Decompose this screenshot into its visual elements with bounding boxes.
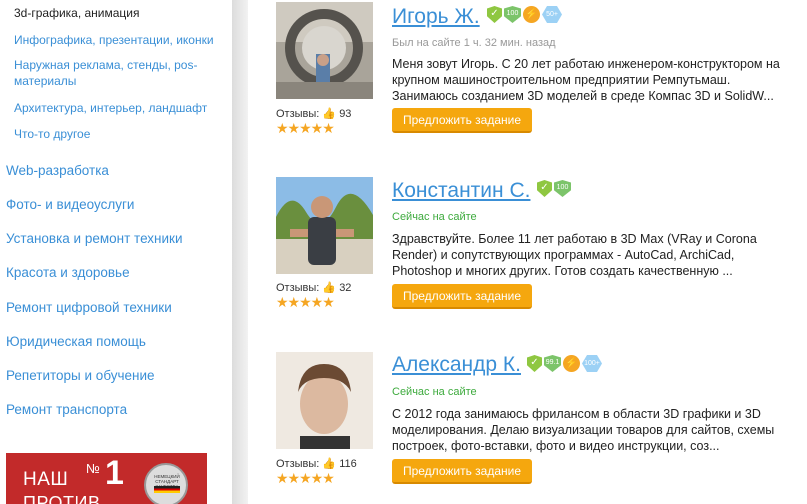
- offer-task-button[interactable]: Предложить задание: [392, 459, 532, 484]
- freelancer-badges: ✓ 100: [537, 180, 571, 197]
- lightning-badge-icon: ⚡: [563, 355, 580, 372]
- verified-badge-icon: ✓: [487, 6, 502, 23]
- sidebar-sub-item[interactable]: Что-то другое: [14, 126, 219, 142]
- sidebar-sub-item[interactable]: Инфографика, презентации, иконки: [14, 32, 219, 48]
- sidebar-category[interactable]: Web-разработка: [6, 163, 109, 178]
- reviews-label: Отзывы:: [276, 108, 320, 120]
- reviews-count: 32: [339, 282, 352, 294]
- rating-stars-icon: ★★★★★: [276, 120, 335, 136]
- sidebar-category[interactable]: Юридическая помощь: [6, 334, 146, 349]
- verified-badge-icon: ✓: [527, 355, 542, 372]
- sidebar-sub-item[interactable]: Наружная реклама, стенды, pos-материалы: [14, 57, 204, 89]
- freelancer-reviews[interactable]: Отзывы: 👍 93: [276, 107, 351, 120]
- sidebar-category[interactable]: Ремонт транспорта: [6, 402, 127, 417]
- freelancer-description: С 2012 года занимаюсь фрилансом в област…: [392, 407, 775, 453]
- sidebar-category[interactable]: Красота и здоровье: [6, 265, 130, 280]
- freelancer-description: Меня зовут Игорь. С 20 лет работаю инжен…: [392, 57, 780, 103]
- offer-task-button[interactable]: Предложить задание: [392, 284, 532, 309]
- rating-badge-icon: 99.1: [544, 355, 561, 372]
- freelancer-badges: ✓ 99.1 ⚡ 100+: [527, 355, 602, 372]
- sidebar-category[interactable]: Установка и ремонт техники: [6, 231, 182, 246]
- promo-text: НАШ: [23, 469, 69, 490]
- freelancer-photo[interactable]: [276, 2, 373, 99]
- rating-badge-icon: 100: [554, 180, 571, 197]
- thumbs-up-icon: 👍: [322, 282, 337, 294]
- freelancer-badges: ✓ 100 ⚡ 50+: [487, 6, 562, 23]
- reviews-count-badge-icon: 50+: [542, 6, 562, 23]
- sidebar-category[interactable]: Репетиторы и обучение: [6, 368, 155, 383]
- offer-task-button[interactable]: Предложить задание: [392, 108, 532, 133]
- rating-stars-icon: ★★★★★: [276, 470, 335, 486]
- reviews-count-badge-icon: 100+: [582, 355, 602, 372]
- reviews-count: 116: [339, 458, 357, 470]
- freelancer-reviews[interactable]: Отзывы: 👍 32: [276, 281, 351, 294]
- freelancer-status: Сейчас на сайте: [392, 386, 477, 398]
- verified-badge-icon: ✓: [537, 180, 552, 197]
- sidebar-shadow: [232, 0, 248, 504]
- reviews-count: 93: [339, 108, 352, 120]
- rating-badge-icon: 100: [504, 6, 521, 23]
- quality-seal-icon: НЕМЕЦКИЙ СТАНДАРТ КАЧЕСТВА: [144, 463, 188, 504]
- sidebar-category[interactable]: Ремонт цифровой техники: [6, 300, 172, 315]
- freelancer-status: Был на сайте 1 ч. 32 мин. назад: [392, 37, 556, 49]
- promo-number: 1: [105, 454, 124, 492]
- promo-banner[interactable]: НАШ № 1 ПРОТИВ НЕМЕЦКИЙ СТАНДАРТ КАЧЕСТВ…: [6, 453, 207, 504]
- freelancer-photo[interactable]: [276, 177, 373, 274]
- freelancer-status: Сейчас на сайте: [392, 211, 477, 223]
- freelancer-name[interactable]: Константин С.: [392, 179, 530, 203]
- reviews-label: Отзывы:: [276, 282, 320, 294]
- promo-number-sign: №: [86, 461, 100, 476]
- lightning-badge-icon: ⚡: [523, 6, 540, 23]
- freelancer-photo[interactable]: [276, 352, 373, 449]
- german-flag-icon: [154, 486, 180, 493]
- reviews-label: Отзывы:: [276, 458, 320, 470]
- freelancer-name[interactable]: Игорь Ж.: [392, 5, 480, 29]
- thumbs-up-icon: 👍: [322, 108, 337, 120]
- promo-text-2: ПРОТИВ: [23, 493, 101, 504]
- thumbs-up-icon: 👍: [322, 458, 337, 470]
- freelancer-reviews[interactable]: Отзывы: 👍 116: [276, 457, 357, 470]
- rating-stars-icon: ★★★★★: [276, 294, 335, 310]
- sidebar-sub-active[interactable]: 3d-графика, анимация: [14, 6, 140, 20]
- freelancer-description: Здравствуйте. Более 11 лет работаю в 3D …: [392, 232, 757, 278]
- sidebar-sub-item[interactable]: Архитектура, интерьер, ландшафт: [14, 100, 219, 116]
- freelancer-name[interactable]: Александр К.: [392, 353, 521, 377]
- sidebar-category[interactable]: Фото- и видеоуслуги: [6, 197, 134, 212]
